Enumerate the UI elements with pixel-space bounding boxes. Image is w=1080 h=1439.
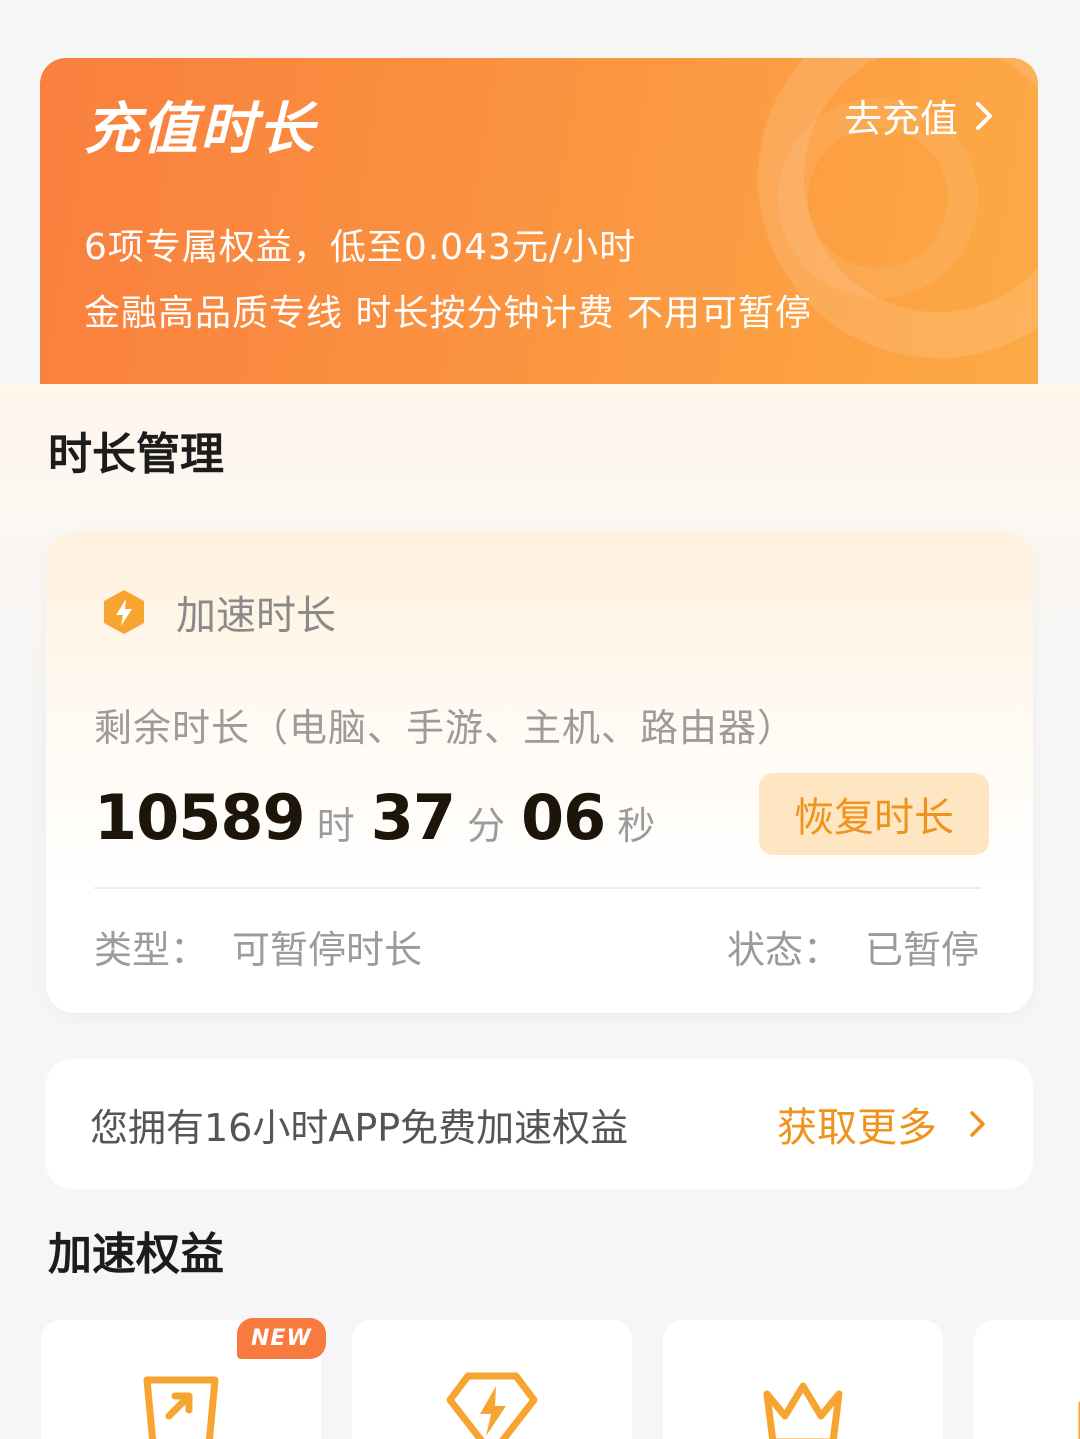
free-benefit-bar[interactable]: 您拥有16小时APP免费加速权益 获取更多 bbox=[46, 1059, 1033, 1189]
crown-icon bbox=[763, 1382, 843, 1439]
free-benefit-text: 您拥有16小时APP免费加速权益 bbox=[90, 1105, 629, 1150]
chevron-right-icon bbox=[970, 1111, 985, 1137]
timer-minutes: 37 bbox=[370, 781, 456, 854]
get-more-label: 获取更多 bbox=[777, 1105, 937, 1151]
new-badge: NEW bbox=[237, 1318, 326, 1359]
duration-status: 状态： 已暂停 bbox=[727, 919, 979, 974]
duration-card: 加速时长 剩余时长（电脑、手游、主机、路由器） 10589 时 37 分 06 … bbox=[46, 533, 1033, 1013]
type-label: 类型： bbox=[94, 928, 209, 972]
divider bbox=[94, 887, 981, 889]
acceleration-duration-label: 加速时长 bbox=[176, 593, 336, 639]
lightning-diamond-icon bbox=[446, 1372, 538, 1439]
timer-hours-unit: 时 bbox=[316, 804, 355, 848]
benefit-tile[interactable] bbox=[663, 1320, 943, 1439]
restore-duration-button[interactable]: 恢复时长 bbox=[759, 773, 989, 855]
duration-management-title: 时长管理 bbox=[48, 429, 224, 480]
benefit-tile[interactable]: NEW bbox=[41, 1318, 326, 1439]
card-header: 加速时长 bbox=[100, 583, 336, 641]
remaining-timer: 10589 时 37 分 06 秒 bbox=[94, 781, 671, 854]
status-label: 状态： bbox=[726, 928, 841, 972]
timer-hours: 10589 bbox=[94, 781, 306, 854]
timer-seconds-unit: 秒 bbox=[617, 804, 656, 848]
recharge-banner[interactable]: 充值时长 去充值 6项专属权益，低至0.043元/小时 金融高品质专线 时长按分… bbox=[40, 58, 1038, 384]
type-value: 可暂停时长 bbox=[232, 928, 423, 972]
timer-minutes-unit: 分 bbox=[467, 804, 506, 848]
go-recharge-button[interactable]: 去充值 bbox=[844, 88, 998, 143]
benefit-tile[interactable] bbox=[974, 1320, 1080, 1439]
boost-arrow-icon bbox=[143, 1376, 219, 1439]
get-more-button[interactable]: 获取更多 bbox=[777, 1095, 989, 1153]
page: 充值时长 去充值 6项专属权益，低至0.043元/小时 金融高品质专线 时长按分… bbox=[0, 0, 1080, 1439]
partial-icon bbox=[1078, 1401, 1080, 1439]
acceleration-benefits-title: 加速权益 bbox=[48, 1229, 224, 1280]
lightning-hexagon-icon bbox=[104, 590, 144, 634]
go-recharge-label: 去充值 bbox=[843, 97, 958, 141]
banner-benefit-line: 6项专属权益，低至0.043元/小时 bbox=[84, 227, 637, 268]
chevron-right-icon bbox=[976, 101, 992, 130]
duration-type: 类型： 可暂停时长 bbox=[94, 919, 422, 974]
banner-title: 充值时长 bbox=[84, 97, 316, 162]
status-value: 已暂停 bbox=[864, 928, 979, 972]
timer-seconds: 06 bbox=[521, 781, 606, 854]
benefit-tile[interactable] bbox=[352, 1320, 632, 1439]
banner-feature-line: 金融高品质专线 时长按分钟计费 不用可暂停 bbox=[84, 293, 812, 334]
remaining-duration-label: 剩余时长（电脑、手游、主机、路由器） bbox=[94, 706, 797, 750]
